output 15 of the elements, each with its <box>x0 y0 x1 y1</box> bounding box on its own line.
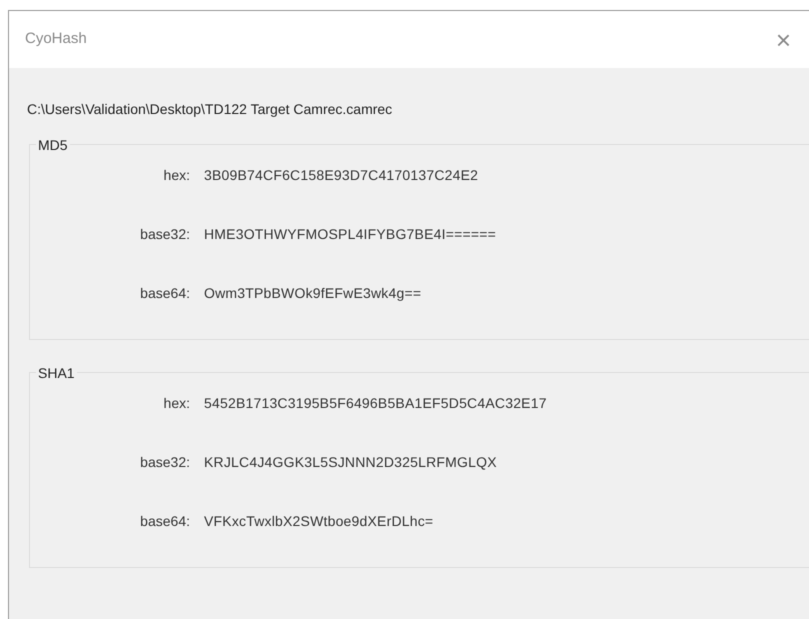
file-path: C:\Users\Validation\Desktop\TD122 Target Camrec.camrec <box>27 101 392 117</box>
hash-label: base64: <box>139 512 190 531</box>
hash-value: Owm3TPbBWOk9fEFwE3wk4g== <box>204 284 422 303</box>
hash-label: hex: <box>162 166 190 185</box>
hash-value: 5452B1713C3195B5F6496B5BA1EF5D5C4AC32E17 <box>204 394 547 413</box>
hash-label: base32: <box>139 225 190 244</box>
hash-value: HME3OTHWYFMOSPL4IFYBG7BE4I====== <box>204 225 496 244</box>
hash-label: hex: <box>162 394 190 413</box>
hash-value: VFKxcTwxlbX2SWtboe9dXErDLhc= <box>204 512 434 531</box>
window-title: CyoHash <box>25 29 87 50</box>
hash-label: base64: <box>139 284 190 303</box>
close-button[interactable]: × <box>772 26 795 52</box>
hash-value: KRJLC4J4GGK3L5SJNNN2D325LRFMGLQX <box>204 453 497 472</box>
hash-value: 3B09B74CF6C158E93D7C4170137C24E2 <box>204 166 478 185</box>
hash-label: base32: <box>139 453 190 472</box>
